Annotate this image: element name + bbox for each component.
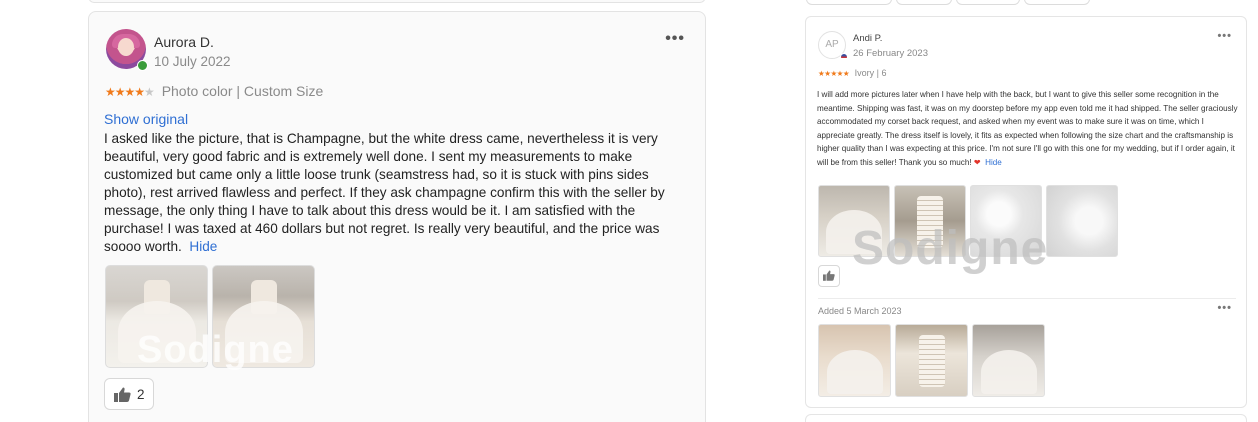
avatar-face <box>118 38 134 56</box>
filter-tab[interactable] <box>956 0 1020 5</box>
watermark: Sodigne <box>852 222 1049 275</box>
divider <box>818 298 1236 299</box>
hide-link[interactable]: Hide <box>985 158 1002 167</box>
more-options-icon[interactable]: ••• <box>665 30 685 48</box>
dress-skirt-shape <box>826 350 883 394</box>
review-date: 10 July 2022 <box>154 54 231 69</box>
review-text: I asked like the picture, that is Champa… <box>104 131 665 254</box>
review-date: 26 February 2023 <box>853 48 928 59</box>
purchase-attributes: Photo color | Custom Size <box>161 83 324 99</box>
rating-row: ★★★★★ Ivory | 6 <box>818 68 887 78</box>
show-original-link[interactable]: Show original <box>104 111 188 127</box>
reviewer-name: Andi P. <box>853 33 883 44</box>
review-photo[interactable] <box>1046 185 1118 257</box>
thumbs-up-icon <box>114 387 131 402</box>
filter-tab[interactable] <box>1024 0 1090 5</box>
previous-review-card-edge <box>88 0 706 3</box>
empty-star-icon: ★ <box>144 85 155 99</box>
more-options-icon[interactable]: ••• <box>1217 302 1232 314</box>
review-text-block: I will add more pictures later when I ha… <box>817 88 1239 169</box>
star-rating: ★★★★★ <box>818 69 850 78</box>
next-review-card-edge <box>805 414 1247 422</box>
helpful-button[interactable] <box>818 265 840 287</box>
rating-row: ★★★★★ Photo color | Custom Size <box>105 83 323 99</box>
hide-link[interactable]: Hide <box>189 239 217 254</box>
star-rating: ★★★★★ <box>105 85 155 99</box>
helpful-button[interactable]: 2 <box>104 378 154 410</box>
heart-icon: ❤ <box>973 157 981 167</box>
filled-stars: ★★★★ <box>105 85 145 99</box>
country-flag-icon <box>137 60 148 71</box>
filter-tab[interactable] <box>896 0 952 5</box>
review-text-block: I asked like the picture, that is Champa… <box>104 130 694 256</box>
country-flag-icon <box>840 53 848 61</box>
review-text: I will add more pictures later when I ha… <box>817 90 1238 167</box>
reviewer-name: Aurora D. <box>154 34 214 50</box>
helpful-count: 2 <box>137 387 145 402</box>
added-date: Added 5 March 2023 <box>818 306 902 316</box>
corset-back-shape <box>918 335 945 387</box>
purchase-attributes: Ivory | 6 <box>854 68 887 78</box>
additional-review-photo[interactable] <box>972 324 1045 397</box>
thumbs-up-icon <box>823 270 835 281</box>
watermark: Sodigne <box>137 329 294 371</box>
additional-review-photo[interactable] <box>818 324 891 397</box>
filter-tab[interactable] <box>806 0 892 5</box>
more-options-icon[interactable]: ••• <box>1217 30 1232 42</box>
dress-skirt-shape <box>980 350 1037 394</box>
additional-review-photo[interactable] <box>895 324 968 397</box>
review-card: AP Andi P. 26 February 2023 ••• ★★★★★ Iv… <box>805 16 1247 408</box>
review-card: Aurora D. 10 July 2022 ••• ★★★★★ Photo c… <box>88 11 706 422</box>
